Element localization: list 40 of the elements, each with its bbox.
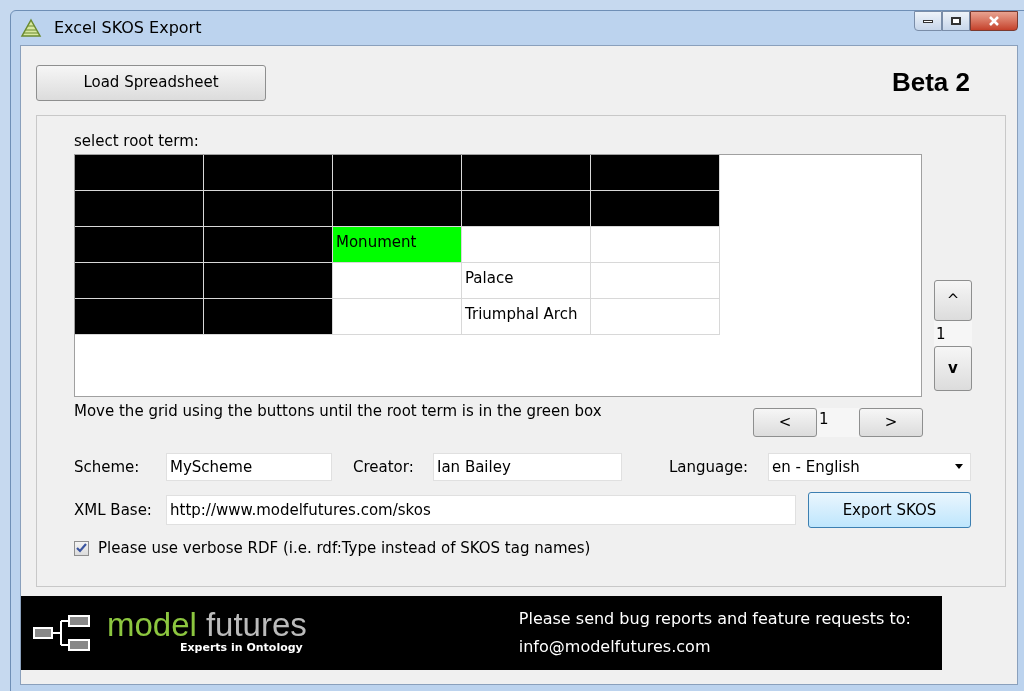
- grid-label: select root term:: [74, 131, 199, 150]
- load-spreadsheet-button[interactable]: Load Spreadsheet: [36, 64, 266, 101]
- export-skos-button[interactable]: Export SKOS: [808, 492, 971, 528]
- grid-cell: Triumphal Arch: [462, 299, 591, 335]
- right-button[interactable]: >: [859, 408, 923, 437]
- maximize-button[interactable]: [942, 11, 970, 31]
- down-button[interactable]: v: [934, 346, 972, 391]
- close-button[interactable]: [970, 11, 1018, 31]
- scheme-field[interactable]: MyScheme: [166, 453, 332, 481]
- xml-base-label: XML Base:: [74, 499, 153, 521]
- close-icon: [988, 16, 1000, 26]
- minimize-icon: [923, 19, 933, 23]
- up-button[interactable]: ^: [934, 280, 972, 321]
- dropdown-arrow-icon: [954, 464, 964, 470]
- checkmark-icon: [76, 543, 87, 554]
- maximize-icon: [951, 17, 961, 25]
- creator-label: Creator:: [353, 456, 415, 478]
- grid-cell: Monument: [333, 227, 462, 263]
- contact-email[interactable]: info@modelfutures.com: [518, 633, 911, 661]
- brand-tagline: Experts in Ontology: [179, 639, 303, 656]
- verbose-checkbox[interactable]: [74, 540, 89, 556]
- row-offset-field[interactable]: 1: [934, 321, 972, 346]
- brand-name-model: model: [107, 609, 197, 640]
- scheme-label: Scheme:: [74, 456, 141, 478]
- column-offset-field[interactable]: 1: [817, 408, 859, 437]
- minimize-button[interactable]: [914, 11, 942, 31]
- language-dropdown[interactable]: en - English: [768, 453, 971, 481]
- bug-report-message: Please send bug reports and feature requests to:: [518, 608, 911, 630]
- language-label: Language:: [669, 456, 750, 478]
- grid-cell: Palace: [462, 263, 591, 299]
- app-icon: [20, 18, 42, 38]
- brand-name-futures: futures: [205, 609, 307, 640]
- hierarchy-logo-icon: [33, 615, 91, 651]
- creator-field[interactable]: Ian Bailey: [433, 453, 622, 481]
- grid-hint: Move the grid using the buttons until the root term is in the green box: [74, 401, 602, 422]
- window-title: Excel SKOS Export: [54, 17, 202, 39]
- version-label: Beta 2: [891, 66, 970, 99]
- left-button[interactable]: <: [753, 408, 817, 437]
- xml-base-field[interactable]: http://www.modelfutures.com/skos: [166, 495, 796, 525]
- verbose-label: Please use verbose RDF (i.e. rdf:Type instead of SKOS tag names): [98, 538, 591, 559]
